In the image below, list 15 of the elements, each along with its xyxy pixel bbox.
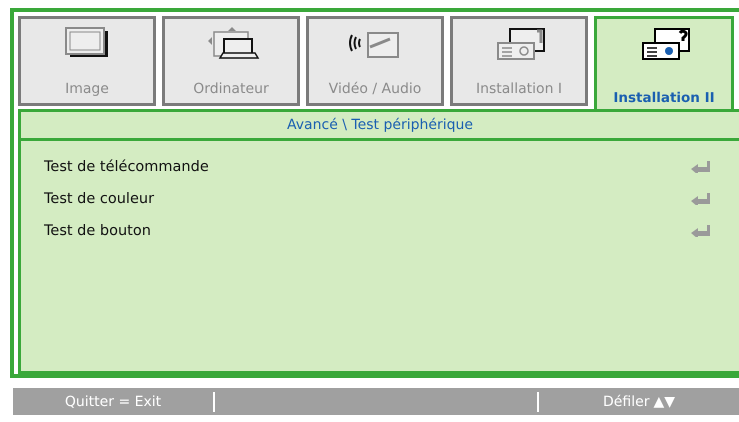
- menu-tab[interactable]: Installation II: [594, 16, 734, 112]
- menu-item[interactable]: Test de bouton: [44, 215, 739, 247]
- menu-tab[interactable]: Image: [18, 16, 156, 106]
- arrows-label: ▲▼: [653, 394, 676, 410]
- menu-tab[interactable]: Installation I: [450, 16, 588, 106]
- enter-icon: [691, 193, 711, 205]
- menu-tab[interactable]: Vidéo / Audio: [306, 16, 444, 106]
- exit-hint: Quitter = Exit: [64, 394, 162, 410]
- menu-tab[interactable]: Ordinateur: [162, 16, 300, 106]
- menu-item[interactable]: Test de télécommande: [44, 151, 739, 183]
- menu-item[interactable]: Test de couleur: [44, 183, 739, 215]
- breadcrumb-title: Avancé \ Test périphérique: [287, 117, 473, 133]
- enter-icon: [691, 225, 711, 237]
- scroll-hint: Défiler: [602, 394, 650, 410]
- enter-icon: [691, 161, 711, 173]
